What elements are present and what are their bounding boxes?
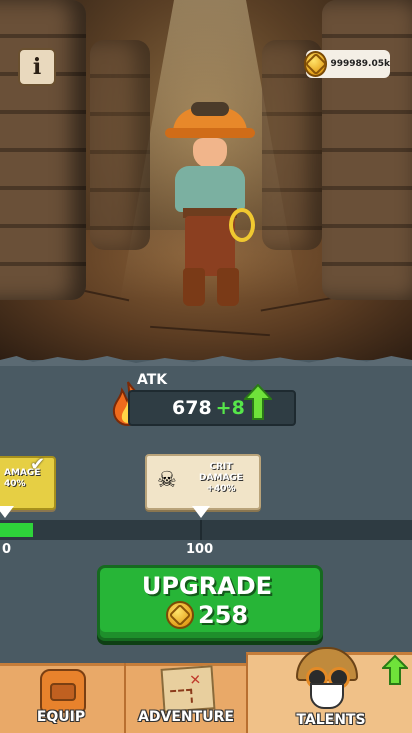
character-boot-right xyxy=(217,268,239,306)
stone-pillar xyxy=(90,40,150,250)
talent-card-crit-label: CRIT DAMAGE +40% xyxy=(187,462,255,495)
upgrade-cost-value: 258 xyxy=(198,601,249,629)
stat-name: ATK xyxy=(137,372,168,388)
tab-adventure-label: ADVENTURE xyxy=(138,709,234,725)
tab-equip[interactable]: EQUIP xyxy=(0,663,122,733)
talent-card-crit-line1: CRIT xyxy=(209,462,233,472)
upgrade-arrow-icon xyxy=(244,384,272,420)
talent-card-crit-line2: DAMAGE xyxy=(199,473,243,483)
stone-pillar xyxy=(322,0,412,300)
progress-pointer xyxy=(192,506,210,518)
tab-talents[interactable]: TALENTS xyxy=(246,647,412,733)
talent-progress-bar xyxy=(0,520,412,540)
rope-icon xyxy=(229,208,255,242)
talent-card-previous-line2: 40% xyxy=(4,479,26,489)
progress-end-label: 100 xyxy=(186,542,214,557)
upgrade-cost: 258 xyxy=(166,601,248,629)
coin-icon xyxy=(166,601,194,629)
tab-equip-label: EQUIP xyxy=(36,709,86,725)
character-face xyxy=(193,138,227,168)
info-icon[interactable]: i xyxy=(18,48,56,86)
avatar-face xyxy=(310,683,344,709)
talent-card-crit-damage[interactable]: ☠ CRIT DAMAGE +40% xyxy=(145,454,261,510)
character-shirt xyxy=(175,166,245,212)
skull-icon: ☠ xyxy=(157,468,177,493)
coin-balance-value: 999989.05k xyxy=(330,59,390,69)
character-pants xyxy=(185,216,235,276)
map-icon xyxy=(160,665,216,713)
explorer-character xyxy=(165,100,255,310)
game-screen: i 999989.05k ATK 678 +8 AMAGE 40% ✔ ☠ CR… xyxy=(0,0,412,733)
stat-value: 678 xyxy=(172,397,212,419)
character-boot-left xyxy=(183,268,205,306)
stone-pillar xyxy=(0,0,86,300)
temple-scene: i 999989.05k xyxy=(0,0,412,362)
talent-card-previous[interactable]: AMAGE 40% ✔ xyxy=(0,454,56,510)
upgrade-button-label: UPGRADE xyxy=(141,572,273,600)
checkmark-icon: ✔ xyxy=(30,454,46,475)
coin-icon xyxy=(304,51,328,77)
backpack-icon xyxy=(40,669,86,713)
upgrade-button[interactable]: UPGRADE 258 xyxy=(97,565,323,641)
progress-start-label: 0 xyxy=(2,542,12,557)
talent-card-crit-line3: +40% xyxy=(206,484,236,494)
progress-pointer xyxy=(0,506,14,518)
character-goggles xyxy=(191,102,229,116)
progress-tick xyxy=(200,520,202,540)
explorer-avatar-icon xyxy=(296,647,358,709)
talent-progress-fill xyxy=(0,523,33,537)
coin-balance: 999989.05k xyxy=(304,50,390,78)
upgrade-available-icon xyxy=(382,655,408,685)
tab-talents-label: TALENTS xyxy=(296,712,366,728)
tab-adventure[interactable]: ADVENTURE xyxy=(124,663,246,733)
character-hat-brim xyxy=(165,128,255,138)
stat-bonus: +8 xyxy=(215,397,245,419)
